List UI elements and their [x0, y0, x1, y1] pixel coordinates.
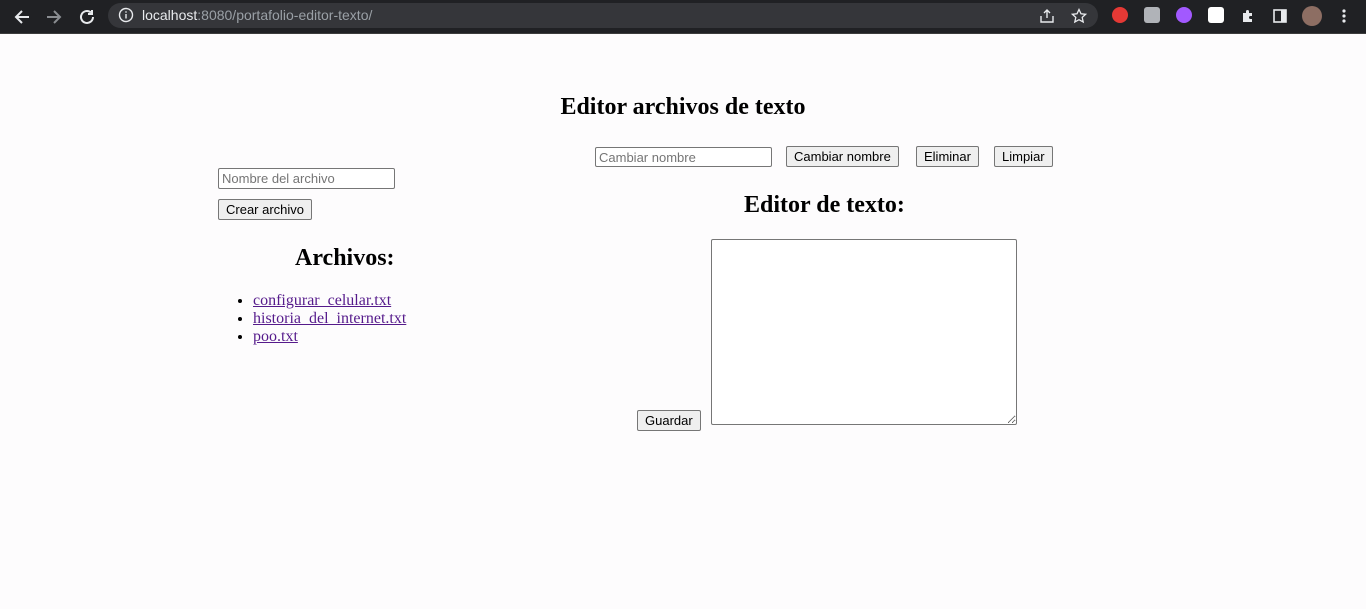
share-icon[interactable]	[1038, 7, 1056, 25]
address-bar[interactable]: localhost:8080/portafolio-editor-texto/	[108, 3, 1098, 28]
site-info-icon[interactable]	[118, 7, 134, 23]
extension-b-icon[interactable]	[1208, 7, 1224, 23]
browser-toolbar: localhost:8080/portafolio-editor-texto/	[0, 0, 1366, 34]
create-file-button[interactable]: Crear archivo	[218, 199, 313, 220]
back-arrow-icon[interactable]	[10, 5, 34, 29]
profile-avatar[interactable]	[1301, 5, 1323, 27]
extension-adblock-icon[interactable]	[1112, 7, 1128, 23]
delete-button[interactable]: Eliminar	[916, 146, 979, 167]
save-button[interactable]: Guardar	[637, 410, 701, 431]
url-text[interactable]: localhost:8080/portafolio-editor-texto/	[142, 3, 372, 28]
file-link[interactable]: historia_del_internet.txt	[253, 310, 406, 327]
file-list: configurar_celular.txt historia_del_inte…	[215, 292, 406, 346]
clear-button[interactable]: Limpiar	[994, 146, 1053, 167]
extension-window-icon[interactable]	[1144, 7, 1160, 23]
file-link[interactable]: poo.txt	[253, 328, 298, 345]
more-menu-icon[interactable]	[1333, 5, 1355, 27]
editor-heading: Editor de texto:	[744, 192, 905, 218]
page-title: Editor archivos de texto	[0, 92, 1366, 122]
reload-icon[interactable]	[75, 5, 99, 29]
filename-input[interactable]	[218, 168, 395, 189]
bookmark-star-icon[interactable]	[1070, 7, 1088, 25]
url-host: localhost	[142, 7, 198, 23]
file-list-item: historia_del_internet.txt	[253, 310, 406, 328]
rename-button[interactable]: Cambiar nombre	[786, 146, 899, 167]
file-list-item: configurar_celular.txt	[253, 292, 406, 310]
extension-purple-icon[interactable]	[1176, 7, 1192, 23]
file-link[interactable]: configurar_celular.txt	[253, 292, 391, 309]
page-title-text: Editor archivos de texto	[560, 94, 806, 120]
url-path: :8080/portafolio-editor-texto/	[197, 7, 373, 23]
editor-textarea[interactable]	[711, 239, 1017, 425]
side-panel-icon[interactable]	[1269, 5, 1291, 27]
files-heading: Archivos:	[295, 245, 395, 271]
rename-input[interactable]	[595, 147, 772, 167]
file-list-item: poo.txt	[253, 328, 406, 346]
extensions-puzzle-icon[interactable]	[1237, 5, 1259, 27]
forward-arrow-icon[interactable]	[42, 5, 66, 29]
